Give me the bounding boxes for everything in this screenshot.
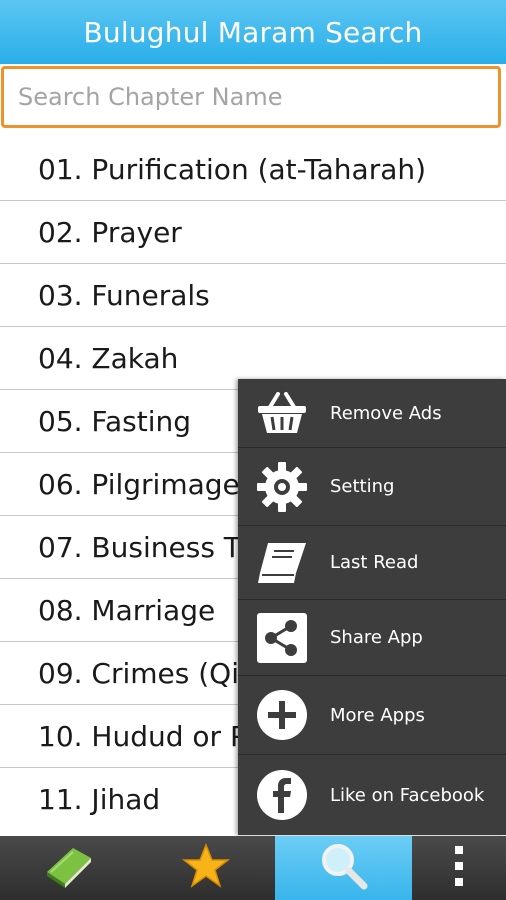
list-item[interactable]: 01. Purification (at-Taharah) bbox=[0, 138, 506, 201]
menu-item-last-read[interactable]: Last Read bbox=[238, 526, 506, 600]
menu-item-label: More Apps bbox=[330, 704, 425, 726]
search-icon bbox=[319, 841, 369, 895]
gear-icon bbox=[254, 459, 310, 515]
list-item[interactable]: 03. Funerals bbox=[0, 264, 506, 327]
list-item[interactable]: 02. Prayer bbox=[0, 201, 506, 264]
tab-book[interactable] bbox=[0, 836, 137, 900]
facebook-icon bbox=[254, 767, 310, 823]
share-icon bbox=[254, 610, 310, 666]
bottom-nav bbox=[0, 836, 506, 900]
search-input[interactable] bbox=[1, 66, 501, 128]
book-icon bbox=[43, 844, 95, 892]
menu-item-like-facebook[interactable]: Like on Facebook bbox=[238, 755, 506, 835]
menu-item-remove-ads[interactable]: Remove Ads bbox=[238, 379, 506, 448]
plus-circle-icon bbox=[254, 687, 310, 743]
search-bar bbox=[0, 64, 506, 132]
title-bar: Bulughul Maram Search bbox=[0, 0, 506, 64]
menu-item-label: Setting bbox=[330, 476, 395, 497]
menu-item-label: Share App bbox=[330, 627, 423, 648]
book-icon bbox=[254, 535, 310, 591]
menu-item-label: Like on Facebook bbox=[330, 784, 485, 806]
menu-item-more-apps[interactable]: More Apps bbox=[238, 676, 506, 755]
menu-item-share-app[interactable]: Share App bbox=[238, 600, 506, 676]
menu-item-label: Last Read bbox=[330, 552, 419, 573]
menu-item-setting[interactable]: Setting bbox=[238, 448, 506, 526]
menu-item-label: Remove Ads bbox=[330, 402, 442, 424]
app-title: Bulughul Maram Search bbox=[83, 15, 423, 49]
overflow-menu: Remove Ads Setting Last Read Share App M… bbox=[238, 379, 506, 835]
tab-search[interactable] bbox=[275, 836, 412, 900]
tab-overflow[interactable] bbox=[412, 836, 506, 900]
star-icon bbox=[181, 842, 231, 893]
basket-icon bbox=[254, 385, 310, 441]
overflow-menu-icon bbox=[453, 845, 465, 891]
tab-favorites[interactable] bbox=[137, 836, 275, 900]
